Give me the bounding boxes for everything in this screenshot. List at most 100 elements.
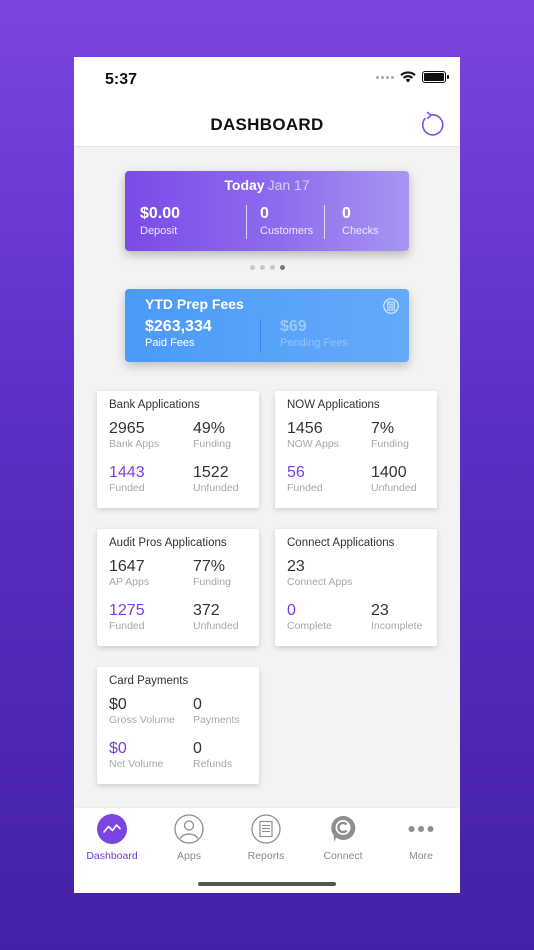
stat-label: Incomplete [371, 620, 423, 632]
stat-value: 49% [193, 420, 226, 437]
more-icon [406, 814, 436, 844]
tab-connect[interactable]: Connect [305, 814, 381, 862]
reports-icon [251, 814, 281, 844]
stat-cell: 2965 Bank Apps [109, 420, 159, 450]
stat-value: 0 [193, 740, 202, 757]
stat-cell: 23 Incomplete [371, 602, 422, 632]
stat-cell: 1647 AP Apps [109, 558, 149, 588]
checks-value: 0 [342, 205, 351, 222]
stat-label: Unfunded [193, 620, 239, 632]
tab-label: More [409, 850, 433, 862]
battery-icon [422, 71, 449, 83]
home-indicator[interactable] [198, 882, 336, 886]
page-dot[interactable] [259, 265, 265, 270]
stat-label: Funded [109, 620, 145, 632]
nav-bar: DASHBOARD [74, 103, 460, 147]
page-indicator[interactable] [74, 265, 460, 270]
today-date: Jan 17 [267, 177, 310, 193]
card-title: Audit Pros Applications [109, 537, 227, 549]
tab-label: Dashboard [86, 850, 138, 862]
bank-applications-card[interactable]: Bank Applications 2965 Bank Apps 49% Fun… [97, 391, 259, 508]
checks-stat: 0 Checks [342, 205, 379, 237]
paid-fees-stat: $263,334 Paid Fees [145, 318, 212, 349]
deposit-value: $0.00 [140, 205, 181, 222]
stat-cell: 1456 NOW Apps [287, 420, 339, 450]
stat-cell: $0 Gross Volume [109, 696, 175, 726]
stat-label: Funding [193, 438, 231, 450]
pending-fees-stat: $69 Pending Fees [280, 318, 348, 349]
paid-fees-label: Paid Fees [145, 337, 195, 349]
refresh-icon[interactable] [416, 110, 446, 140]
stat-cell: 7% Funding [371, 420, 409, 450]
tab-reports[interactable]: Reports [228, 814, 304, 862]
stat-cell: 1275 Funded [109, 602, 145, 632]
stat-label: Refunds [193, 758, 233, 770]
deposit-stat: $0.00 Deposit [140, 205, 180, 237]
stat-label: Gross Volume [109, 714, 175, 726]
stat-cell: 23 Connect Apps [287, 558, 352, 588]
stat-label: Unfunded [193, 482, 239, 494]
stat-cell: 49% Funding [193, 420, 231, 450]
status-bar: 5:37 [74, 57, 460, 103]
card-title: Connect Applications [287, 537, 395, 549]
stat-cell: 1522 Unfunded [193, 464, 239, 494]
stat-value: $0 [109, 740, 127, 757]
connect-applications-card[interactable]: Connect Applications 23 Connect Apps 0 C… [275, 529, 437, 646]
stat-value: 23 [371, 602, 389, 619]
stat-value: 1275 [109, 602, 145, 619]
card-payments-card[interactable]: Card Payments $0 Gross Volume 0 Payments… [97, 667, 259, 784]
stat-label: Net Volume [109, 758, 164, 770]
today-header: Today Jan 17 [125, 177, 409, 193]
deposit-label: Deposit [140, 225, 178, 237]
checks-label: Checks [342, 225, 379, 237]
pending-fees-value: $69 [280, 318, 307, 335]
stat-label: Funding [193, 576, 231, 588]
card-title: Card Payments [109, 675, 189, 687]
stat-cell: $0 Net Volume [109, 740, 163, 770]
card-title: Bank Applications [109, 399, 200, 411]
stat-value: 77% [193, 558, 226, 575]
stat-value: 372 [193, 602, 220, 619]
tab-label: Reports [247, 850, 285, 862]
stat-label: Funding [371, 438, 409, 450]
signal-icon [376, 75, 394, 79]
stat-value: 7% [371, 420, 395, 437]
divider [260, 319, 261, 353]
today-card[interactable]: Today Jan 17 $0.00 Deposit 0 Customers 0 … [125, 171, 409, 251]
customers-stat: 0 Customers [260, 205, 313, 237]
tab-more[interactable]: More [383, 814, 459, 862]
stat-value: 56 [287, 464, 305, 481]
wifi-icon [400, 71, 416, 83]
dashboard-icon [97, 814, 127, 844]
stat-value: 0 [287, 602, 296, 619]
page-dot[interactable] [269, 265, 275, 270]
stat-value: 1522 [193, 464, 229, 481]
stat-cell: 1443 Funded [109, 464, 145, 494]
audit-pros-applications-card[interactable]: Audit Pros Applications 1647 AP Apps 77%… [97, 529, 259, 646]
customers-value: 0 [260, 205, 269, 222]
stat-label: NOW Apps [287, 438, 339, 450]
receipt-icon[interactable] [383, 298, 399, 314]
page-dot-active[interactable] [279, 265, 285, 270]
stat-label: Funded [287, 482, 323, 494]
tab-apps[interactable]: Apps [151, 814, 227, 862]
stat-value: $0 [109, 696, 127, 713]
stat-cell: 0 Complete [287, 602, 332, 632]
user-icon [174, 814, 204, 844]
now-applications-card[interactable]: NOW Applications 1456 NOW Apps 7% Fundin… [275, 391, 437, 508]
stat-label: Unfunded [371, 482, 417, 494]
divider [324, 205, 325, 239]
status-icons [376, 71, 449, 83]
ytd-prep-fees-card[interactable]: YTD Prep Fees $263,334 Paid Fees $69 Pen… [125, 289, 409, 362]
stat-label: Bank Apps [109, 438, 160, 450]
page-dot[interactable] [249, 265, 255, 270]
stat-cell: 0 Payments [193, 696, 240, 726]
stat-value: 2965 [109, 420, 145, 437]
stat-value: 1400 [371, 464, 407, 481]
stat-label: Connect Apps [287, 576, 353, 588]
tab-dashboard[interactable]: Dashboard [74, 814, 150, 862]
tab-bar: Dashboard Apps Reports Connect More [74, 807, 460, 893]
stat-cell: 0 Refunds [193, 740, 232, 770]
stat-label: AP Apps [109, 576, 150, 588]
tab-label: Connect [323, 850, 363, 862]
